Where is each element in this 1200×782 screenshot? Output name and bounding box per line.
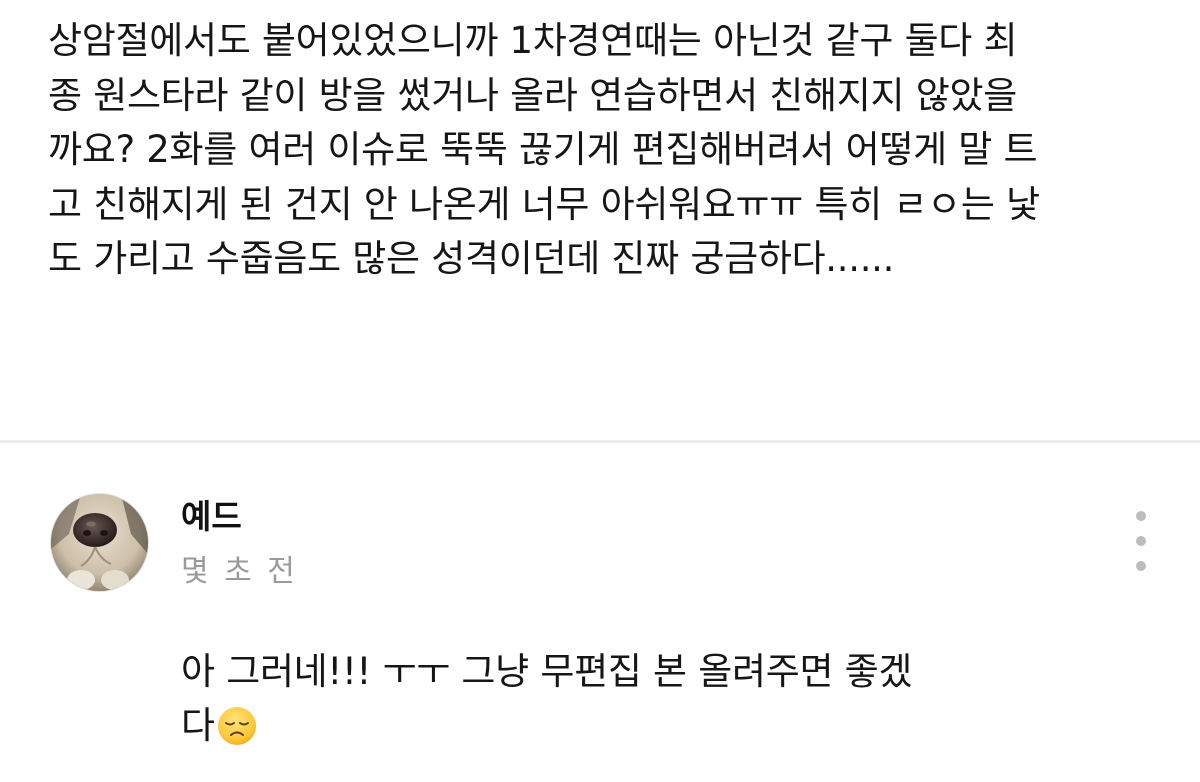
more-options-button[interactable] bbox=[1126, 505, 1156, 577]
comment-line-last: 다 bbox=[181, 699, 1081, 761]
comment-text: 아 그러네!!! ㅜㅜ 그냥 무편집 본 올려주면 좋겠 다 bbox=[181, 645, 1081, 761]
comment-line-text: 다 bbox=[181, 704, 215, 747]
more-vertical-icon bbox=[1136, 561, 1146, 571]
post-line: 고 친해지게 된 건지 안 나온게 너무 아쉬워요ㅠㅠ 특히 ㄹㅇ는 낯 bbox=[48, 182, 1040, 226]
post-line: 까요? 2화를 여러 이슈로 뚝뚝 끊기게 편집해버려서 어떻게 말 트 bbox=[48, 128, 1038, 171]
comment-item: 예드 몇 초 전 아 그러네!!! ㅜㅜ 그냥 무편집 본 올려주면 좋겠 다 bbox=[0, 443, 1200, 782]
post-line: 도 가리고 수줍음도 많은 성격이던데 진짜 궁금하다...... bbox=[48, 237, 895, 280]
more-vertical-icon bbox=[1136, 536, 1146, 546]
post-line: 종 원스타라 같이 방을 썼거나 올라 연습하면서 친해지지 않았을 bbox=[48, 73, 1017, 117]
comment-author[interactable]: 예드 bbox=[181, 497, 242, 537]
post-line: 상암절에서도 붙어있었으니까 1차경연때는 아닌것 같구 둘다 최 bbox=[48, 19, 1018, 62]
more-vertical-icon bbox=[1136, 511, 1146, 521]
post-body: 상암절에서도 붙어있었으니까 1차경연때는 아닌것 같구 둘다 최 종 원스타라… bbox=[48, 14, 1158, 287]
comment-timestamp: 몇 초 전 bbox=[181, 554, 298, 589]
comment-line: 아 그러네!!! ㅜㅜ 그냥 무편집 본 올려주면 좋겠 bbox=[181, 650, 913, 693]
avatar[interactable] bbox=[50, 493, 149, 592]
disappointed-face-icon bbox=[217, 706, 257, 761]
dog-avatar-image bbox=[51, 494, 148, 591]
